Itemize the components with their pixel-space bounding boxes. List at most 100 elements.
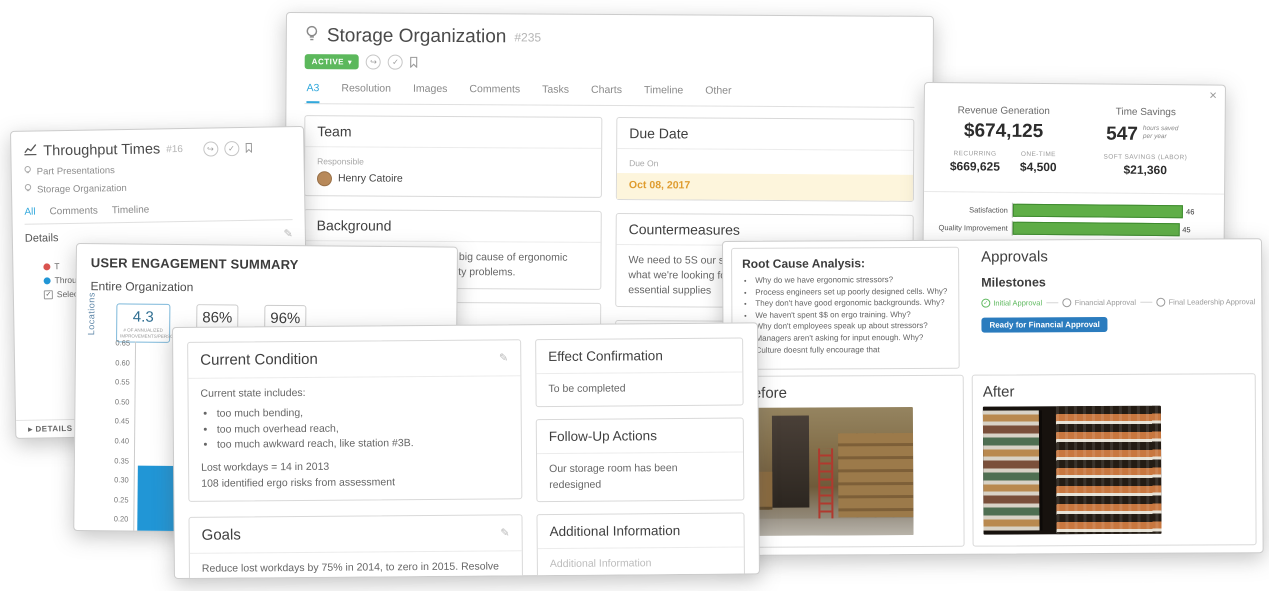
tab-timeline[interactable]: Timeline — [644, 79, 683, 105]
panel-title: USER ENGAGEMENT SUMMARY — [77, 244, 457, 274]
bullet-item: They don't have good ergonomic backgroun… — [755, 297, 948, 310]
tab-all[interactable]: All — [24, 204, 35, 224]
intro-text: Current state includes: — [200, 384, 508, 402]
milestone-initial-approval[interactable]: ✓ Initial Approval — [981, 298, 1042, 307]
additional-information-card: Additional Information Additional Inform… — [536, 513, 745, 579]
goals-card: Goals ✎ Reduce lost workdays by 75% in 2… — [188, 514, 523, 579]
tab-comments[interactable]: Comments — [469, 78, 520, 104]
after-card: After — [972, 373, 1257, 546]
card-title: After — [983, 382, 1245, 400]
photo-stacked-boxes — [838, 433, 913, 518]
sub-metric-value: $4,500 — [1020, 160, 1057, 174]
card-title: Goals — [202, 526, 241, 543]
y-axis-ticks: 0.65 0.60 0.55 0.50 0.45 0.40 0.35 0.30 … — [104, 339, 130, 523]
effect-confirmation-card: Effect Confirmation To be completed — [535, 338, 744, 407]
additional-info-subtitle: Additional Information — [550, 556, 732, 573]
milestone-connector — [1140, 302, 1153, 303]
photo-floor — [743, 518, 913, 536]
card-title: Before — [743, 384, 953, 402]
bar-value: 46 — [1186, 207, 1194, 216]
tab-charts[interactable]: Charts — [591, 79, 622, 105]
scope-selector[interactable]: Entire Organization — [77, 270, 457, 297]
card-title: Follow-Up Actions — [549, 428, 657, 444]
bullet-item: Managers aren't asking for input enough.… — [755, 332, 948, 345]
milestone-final-leadership-approval[interactable]: Final Leadership Approval — [1157, 297, 1256, 307]
tab-bar: A3 Resolution Images Comments Tasks Char… — [304, 77, 914, 108]
milestones-subtitle: Milestones — [981, 274, 1255, 289]
sub-metric-label: ONE-TIME — [1020, 151, 1057, 158]
share-icon[interactable]: ↪ — [203, 141, 218, 156]
check-icon[interactable]: ✓ — [388, 55, 403, 70]
status-badge[interactable]: ACTIVE▾ — [305, 54, 359, 69]
satisfaction-bar — [1013, 204, 1183, 218]
stat-tile: 4.3 # OF ANNUALIZED IMPROVEMENTS/PERSON — [116, 303, 170, 343]
metric-value: $674,125 — [936, 120, 1070, 143]
bullet-item: Culture doesnt fully encourage that — [756, 343, 949, 356]
close-icon[interactable]: × — [1209, 87, 1217, 102]
tab-timeline[interactable]: Timeline — [112, 202, 150, 223]
edit-pencil-icon[interactable]: ✎ — [284, 227, 293, 240]
current-condition-card: Current Condition ✎ Current state includ… — [187, 339, 522, 501]
check-icon[interactable]: ✓ — [224, 141, 239, 156]
quality-improvement-bar — [1013, 222, 1180, 236]
after-photo — [983, 406, 1162, 535]
tab-images[interactable]: Images — [413, 78, 448, 104]
card-title: Countermeasures — [629, 221, 740, 238]
photo-shelf-rows — [1056, 406, 1162, 535]
breadcrumb-item[interactable]: Storage Organization — [24, 179, 292, 197]
sub-metric-label: RECURRING — [950, 150, 1000, 157]
card-title: Root Cause Analysis: — [742, 256, 948, 271]
edit-pencil-icon[interactable]: ✎ — [500, 526, 509, 539]
time-savings-metric: Time Savings 547 hours saved per year SO… — [1078, 106, 1213, 177]
revenue-metric: Revenue Generation $674,125 RECURRING $6… — [936, 105, 1071, 176]
breadcrumb-item[interactable]: Part Presentations — [24, 161, 292, 179]
tab-tasks[interactable]: Tasks — [542, 79, 569, 105]
sub-metric-value: $21,360 — [1103, 163, 1187, 178]
bookmark-icon[interactable] — [245, 140, 252, 155]
line-chart-icon — [23, 143, 37, 161]
card-title: Team — [317, 123, 351, 139]
follow-up-actions-card: Follow-Up Actions Our storage room has b… — [536, 417, 745, 502]
analysis-panel: Root Cause Analysis: Why do we have ergo… — [722, 238, 1264, 556]
bookmark-icon[interactable] — [410, 57, 418, 68]
person-name: Henry Catoire — [338, 172, 403, 188]
milestone-connector — [1046, 302, 1059, 303]
effect-confirmation-text: To be completed — [536, 373, 742, 406]
metric-value: 547 — [1106, 124, 1138, 146]
tab-other[interactable]: Other — [705, 80, 731, 106]
side-tab-locations[interactable]: Locations — [86, 292, 96, 335]
bar-row: Quality Improvement 45 — [924, 220, 1224, 238]
before-card: Before — [732, 375, 965, 548]
field-label: Responsible — [317, 155, 589, 169]
due-date-card: Due Date Due On Oct 08, 2017 — [616, 117, 914, 201]
bullet-item: Why don't employees speak up about stres… — [755, 320, 948, 333]
approvals-section: Approvals Milestones ✓ Initial Approval … — [981, 247, 1255, 332]
stat-value: 4.3 — [120, 308, 166, 325]
share-icon[interactable]: ↪ — [366, 54, 381, 69]
lightbulb-icon — [24, 184, 32, 197]
follow-up-text: Our storage room has been redesigned — [537, 452, 743, 501]
section-title: Approvals — [981, 247, 1255, 265]
approval-status-badge: Ready for Financial Approval — [981, 317, 1107, 333]
a3-detail-window: Current Condition ✎ Current state includ… — [172, 322, 760, 579]
tab-a3[interactable]: A3 — [306, 77, 319, 103]
due-date-value: Oct 08, 2017 — [617, 173, 913, 200]
avatar — [317, 172, 332, 187]
tab-resolution[interactable]: Resolution — [341, 77, 391, 103]
sub-metric-value: $669,625 — [950, 159, 1000, 173]
card-title: Due Date — [629, 125, 688, 141]
edit-pencil-icon[interactable]: ✎ — [499, 351, 508, 364]
lightbulb-icon — [24, 166, 32, 179]
tab-comments[interactable]: Comments — [49, 202, 98, 223]
bar-label: Satisfaction — [924, 205, 1012, 215]
series-color-dot — [44, 277, 51, 284]
card-title: Additional Information — [550, 523, 681, 539]
series-color-dot — [43, 263, 50, 270]
photo-shelf-end — [983, 410, 1042, 531]
responsible-person[interactable]: Henry Catoire — [317, 172, 589, 189]
card-title: Background — [317, 217, 392, 233]
milestone-pending-icon — [1063, 298, 1072, 307]
milestone-financial-approval[interactable]: Financial Approval — [1063, 298, 1136, 307]
sub-metric-label: SOFT SAVINGS (LABOR) — [1104, 154, 1188, 162]
card-title: Current Condition — [200, 351, 318, 369]
